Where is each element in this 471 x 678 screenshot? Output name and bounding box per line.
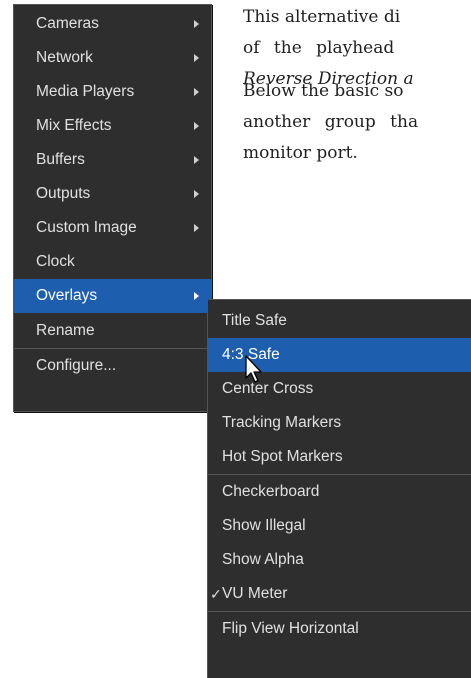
menu-item-configure[interactable]: Configure... [14, 349, 211, 383]
menu-item-clock[interactable]: Clock [14, 245, 211, 279]
chevron-right-icon [194, 20, 199, 28]
menu-item-label: Clock [36, 253, 75, 270]
document-line: Below the basic so [243, 81, 404, 101]
document-line: This alternative di [243, 7, 401, 27]
menu-item-label: Outputs [36, 185, 91, 202]
submenu-item-show-alpha[interactable]: Show Alpha [208, 543, 471, 577]
menu-item-label: Checkerboard [222, 483, 320, 500]
menu-item-label: Buffers [36, 151, 85, 168]
chevron-right-icon [194, 190, 199, 198]
menu-item-label: Title Safe [222, 312, 287, 329]
check-icon: ✓ [210, 586, 222, 602]
submenu-item-hot-spot-markers[interactable]: Hot Spot Markers [208, 440, 471, 474]
document-line: of the playhead [243, 38, 395, 58]
menu-item-outputs[interactable]: Outputs [14, 177, 211, 211]
menu-item-label: VU Meter [222, 585, 288, 602]
chevron-right-icon [194, 292, 199, 300]
submenu-item-show-illegal[interactable]: Show Illegal [208, 509, 471, 543]
menu-item-rename[interactable]: Rename [14, 314, 211, 348]
document-paragraph-2: Below the basic so another group tha mon… [243, 76, 471, 169]
menu-item-label: Tracking Markers [222, 414, 342, 431]
submenu-item-tracking-markers[interactable]: Tracking Markers [208, 406, 471, 440]
submenu-item-title-safe[interactable]: Title Safe [208, 304, 471, 338]
chevron-right-icon [194, 224, 199, 232]
menu-item-label: Cameras [36, 15, 99, 32]
chevron-right-icon [194, 54, 199, 62]
document-line: another group tha [243, 112, 419, 132]
menu-item-label: Flip View Horizontal [222, 620, 359, 637]
menu-item-label: Mix Effects [36, 117, 112, 134]
submenu-item-flip-view-horizontal[interactable]: Flip View Horizontal [208, 612, 471, 646]
chevron-right-icon [194, 156, 199, 164]
context-menu: Cameras Network Media Players Mix Effect… [13, 4, 212, 412]
menu-item-network[interactable]: Network [14, 41, 211, 75]
menu-item-overlays[interactable]: Overlays [14, 279, 211, 313]
menu-item-label: Network [36, 49, 93, 66]
menu-item-label: Configure... [36, 357, 117, 374]
chevron-right-icon [194, 122, 199, 130]
submenu-item-checkerboard[interactable]: Checkerboard [208, 475, 471, 509]
menu-item-buffers[interactable]: Buffers [14, 143, 211, 177]
menu-item-label: Custom Image [36, 219, 137, 236]
submenu-item-vu-meter[interactable]: ✓ VU Meter [208, 577, 471, 611]
menu-item-media-players[interactable]: Media Players [14, 75, 211, 109]
menu-item-label: Show Illegal [222, 517, 306, 534]
menu-item-label: Media Players [36, 83, 135, 100]
document-line: monitor port. [243, 143, 358, 163]
menu-item-label: Center Cross [222, 380, 314, 397]
menu-item-label: Overlays [36, 287, 98, 304]
menu-item-label: Hot Spot Markers [222, 448, 343, 465]
chevron-right-icon [194, 88, 199, 96]
menu-item-custom-image[interactable]: Custom Image [14, 211, 211, 245]
menu-item-cameras[interactable]: Cameras [14, 7, 211, 41]
menu-item-label: Rename [36, 322, 95, 339]
menu-item-label: Show Alpha [222, 551, 304, 568]
menu-item-mix-effects[interactable]: Mix Effects [14, 109, 211, 143]
mouse-pointer-icon [245, 355, 262, 383]
